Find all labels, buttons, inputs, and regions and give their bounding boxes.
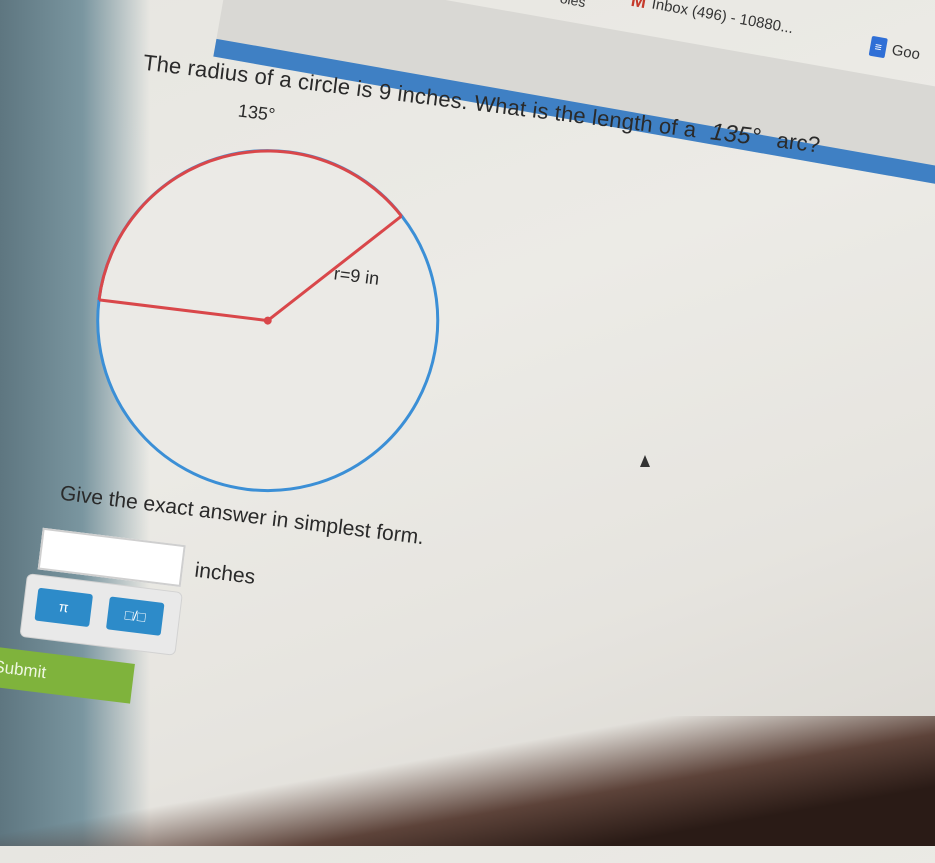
- circle-diagram: [96, 149, 440, 493]
- angle-label: 135°: [236, 100, 277, 125]
- tab-label: Inbox (496) - 10880...: [650, 0, 795, 38]
- monitor-bezel-bottom: [0, 716, 935, 846]
- browser-tab-previous[interactable]: oles: [559, 0, 587, 10]
- fraction-button[interactable]: □/□: [105, 596, 165, 636]
- docs-icon: ≡: [868, 35, 888, 59]
- pi-button[interactable]: π: [34, 587, 94, 628]
- browser-tab-gmail[interactable]: M Inbox (496) - 10880...: [629, 0, 795, 39]
- browser-tab-docs[interactable]: ≡ Goo: [868, 35, 922, 64]
- tab-label: oles: [558, 0, 587, 11]
- mouse-cursor: [640, 455, 650, 467]
- gmail-icon: M: [629, 0, 648, 13]
- circle-figure: 135° r=9 in: [62, 85, 488, 528]
- question-angle: 135°: [708, 118, 763, 152]
- tab-label: Goo: [890, 41, 922, 63]
- question-tail: arc?: [775, 127, 822, 158]
- units-label: inches: [193, 558, 257, 589]
